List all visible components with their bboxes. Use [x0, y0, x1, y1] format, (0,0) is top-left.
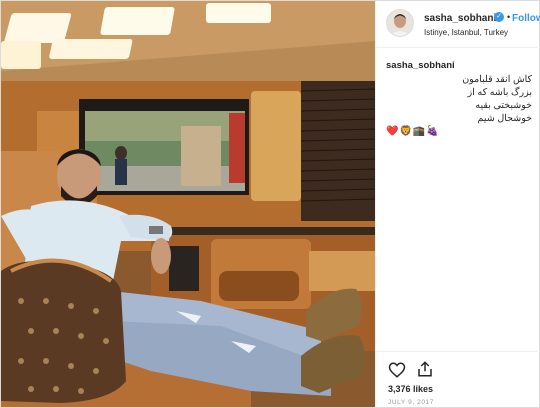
header-username[interactable]: sasha_sobhani: [424, 13, 496, 24]
separator-dot: •: [507, 12, 511, 22]
caption-line: خوشبختی بقیه: [475, 100, 532, 111]
instagram-post: sasha_sobhani ✓ • Follow Istinye, Istanb…: [1, 1, 540, 408]
post-header: sasha_sobhani ✓ • Follow Istinye, Istanb…: [376, 1, 540, 48]
caption-username[interactable]: sasha_sobhani: [386, 60, 455, 71]
caption-line: کاش انقد قلبامون: [462, 74, 532, 85]
post-photo[interactable]: [1, 1, 375, 407]
share-icon[interactable]: [416, 360, 434, 378]
post-caption: sasha_sobhani کاش انقد قلبامون بزرگ باشه…: [386, 55, 532, 138]
caption-emoji: ❤️🦁🕋🍇: [386, 126, 440, 137]
post-actions: 3,376 likes JULY 9, 2017: [376, 351, 540, 408]
caption-line: بزرگ باشه که از: [467, 87, 532, 98]
follow-button[interactable]: Follow: [512, 13, 540, 24]
location-link[interactable]: Istinye, Istanbul, Turkey: [424, 28, 508, 37]
caption-line: خوشحال شیم: [477, 113, 532, 124]
heart-icon[interactable]: [388, 361, 406, 379]
avatar[interactable]: [386, 9, 414, 37]
post-sidebar: sasha_sobhani ✓ • Follow Istinye, Istanb…: [375, 1, 540, 408]
verified-badge-icon: ✓: [494, 12, 504, 22]
likes-count[interactable]: 3,376 likes: [388, 384, 433, 394]
post-date[interactable]: JULY 9, 2017: [388, 399, 434, 406]
